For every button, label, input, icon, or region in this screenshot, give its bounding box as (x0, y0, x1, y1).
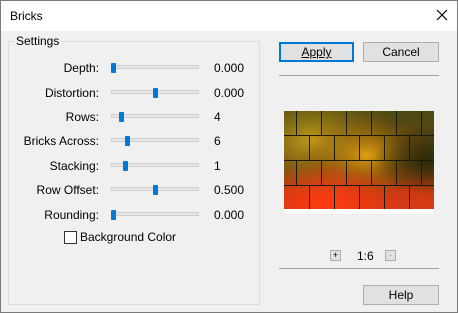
close-icon (436, 9, 448, 21)
slider-label: Bricks Across: (23, 134, 99, 148)
close-button[interactable] (427, 1, 457, 31)
zoom-out-button[interactable]: - (385, 250, 396, 261)
cancel-button-label: Cancel (382, 45, 420, 59)
slider-label: Depth: (63, 61, 99, 75)
slider-thumb[interactable] (111, 63, 116, 73)
slider-label: Row Offset: (36, 183, 99, 197)
slider-thumb[interactable] (123, 161, 128, 171)
slider-thumb[interactable] (119, 112, 124, 122)
slider-row: Bricks Across: 6 (1, 133, 261, 149)
slider-label: Distortion: (44, 86, 99, 100)
title-bar: Bricks (1, 1, 457, 31)
minus-icon: - (389, 250, 392, 260)
background-color-label: Background Color (80, 230, 177, 244)
slider-value: 0.500 (214, 183, 245, 197)
slider-row: Row Offset: 0.500 (1, 182, 261, 198)
slider-value: 4 (214, 110, 221, 124)
slider-value: 0.000 (214, 86, 245, 100)
slider-value: 0.000 (214, 208, 245, 222)
slider-label: Rows: (65, 110, 99, 124)
slider-value: 1 (214, 159, 221, 173)
slider-thumb[interactable] (111, 210, 116, 220)
preview-image (284, 111, 434, 214)
slider-track[interactable] (111, 212, 199, 216)
background-color-checkbox[interactable] (64, 231, 77, 244)
zoom-level: 1:6 (357, 249, 374, 263)
slider-value: 6 (214, 134, 221, 148)
slider-row: Depth: 0.000 (1, 60, 261, 76)
slider-thumb[interactable] (125, 136, 130, 146)
slider-row: Stacking: 1 (1, 158, 261, 174)
slider-row: Rows: 4 (1, 109, 261, 125)
slider-row: Distortion: 0.000 (1, 85, 261, 101)
window-title: Bricks (10, 9, 43, 23)
divider-bottom (279, 268, 439, 269)
cancel-button[interactable]: Cancel (363, 42, 439, 62)
slider-label: Rounding: (44, 208, 99, 222)
slider-label: Stacking: (49, 159, 99, 173)
slider-track[interactable] (111, 65, 199, 69)
plus-icon: + (332, 250, 339, 260)
settings-group-label: Settings (14, 34, 62, 48)
slider-thumb[interactable] (153, 185, 158, 195)
help-button-label: Help (388, 288, 414, 302)
slider-row: Rounding: 0.000 (1, 207, 261, 223)
divider-top (279, 75, 439, 76)
apply-button[interactable]: Apply (279, 42, 354, 62)
slider-track[interactable] (111, 114, 199, 118)
slider-value: 0.000 (214, 61, 245, 75)
slider-thumb[interactable] (153, 88, 158, 98)
apply-button-label: Apply (301, 45, 332, 59)
bricks-dialog: Bricks Settings Depth: 0.000 Distortion: 0.… (0, 0, 458, 313)
zoom-in-button[interactable]: + (330, 250, 341, 261)
help-button[interactable]: Help (363, 285, 439, 305)
